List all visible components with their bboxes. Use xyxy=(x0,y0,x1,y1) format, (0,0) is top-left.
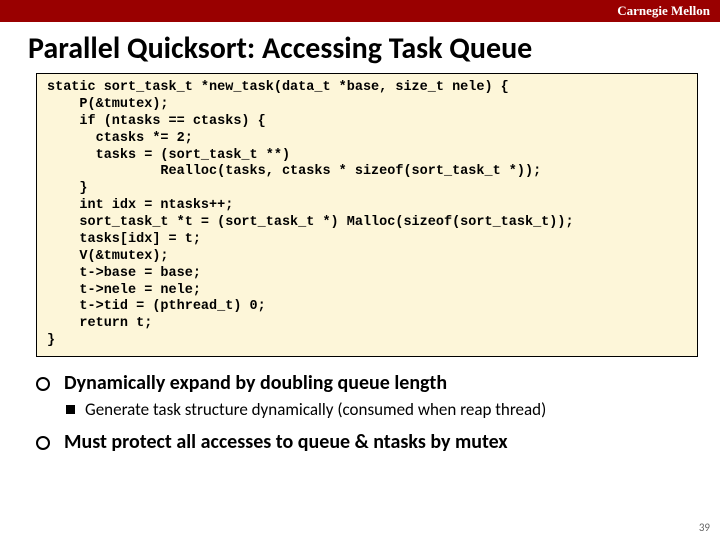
bullet-item: Dynamically expand by doubling queue len… xyxy=(36,371,698,395)
bullet-square-icon xyxy=(66,405,75,414)
brand-text: Carnegie Mellon xyxy=(617,3,710,19)
bullet-text: Dynamically expand by doubling queue len… xyxy=(64,371,447,395)
code-block: static sort_task_t *new_task(data_t *bas… xyxy=(36,73,698,357)
bullet-list: Dynamically expand by doubling queue len… xyxy=(36,371,698,454)
sub-bullet-text: Generate task structure dynamically (con… xyxy=(85,399,546,420)
sub-bullet-item: Generate task structure dynamically (con… xyxy=(36,399,698,420)
header-bar: Carnegie Mellon xyxy=(0,0,720,22)
bullet-circle-icon xyxy=(36,436,50,450)
slide-title: Parallel Quicksort: Accessing Task Queue xyxy=(28,30,720,67)
page-number: 39 xyxy=(699,521,710,534)
bullet-text: Must protect all accesses to queue & nta… xyxy=(64,430,508,454)
bullet-item: Must protect all accesses to queue & nta… xyxy=(36,430,698,454)
bullet-circle-icon xyxy=(36,377,50,391)
